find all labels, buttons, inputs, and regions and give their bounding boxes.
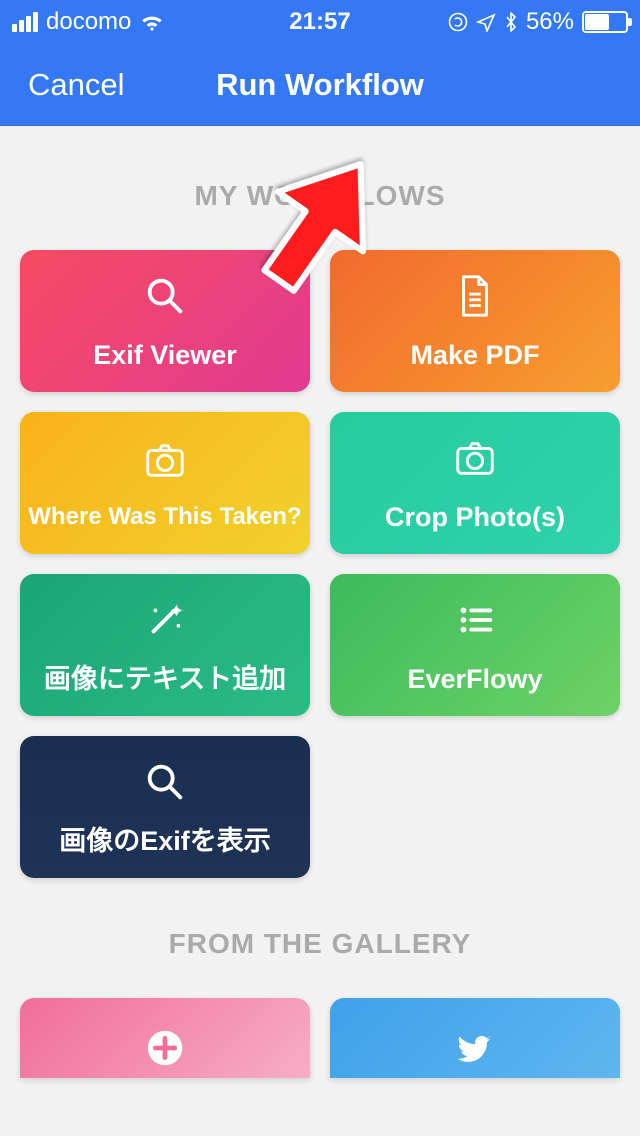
gallery-grid xyxy=(0,998,640,1078)
bluetooth-icon xyxy=(504,11,518,33)
location-icon xyxy=(476,12,496,32)
workflow-tile[interactable]: 画像のExifを表示 xyxy=(20,736,310,878)
wifi-icon xyxy=(139,12,165,32)
workflow-label: 画像のExifを表示 xyxy=(51,825,279,857)
twitter-icon xyxy=(450,1023,500,1073)
my-workflows-header: MY WORKFLOWS xyxy=(0,180,640,212)
workflow-tile[interactable]: 画像にテキスト追加 xyxy=(20,574,310,716)
workflow-label: Make PDF xyxy=(402,339,547,371)
status-left: docomo xyxy=(12,8,165,36)
list-icon xyxy=(450,595,500,645)
workflow-tile[interactable]: Exif Viewer xyxy=(20,250,310,392)
page-title: Run Workflow xyxy=(216,67,424,103)
workflow-label: Where Was This Taken? xyxy=(20,503,309,532)
gallery-tile[interactable] xyxy=(330,998,620,1078)
battery-percent: 56% xyxy=(526,8,574,36)
wand-icon xyxy=(140,595,190,645)
carrier-label: docomo xyxy=(46,8,131,36)
cancel-button[interactable]: Cancel xyxy=(28,67,125,103)
nav-bar: Cancel Run Workflow xyxy=(0,44,640,126)
plus-icon xyxy=(140,1023,190,1073)
workflow-tile[interactable]: EverFlowy xyxy=(330,574,620,716)
workflows-grid: Exif Viewer Make PDF Where Was This Take… xyxy=(0,250,640,878)
rotation-lock-icon xyxy=(448,12,468,32)
workflow-tile[interactable]: Crop Photo(s) xyxy=(330,412,620,554)
signal-icon xyxy=(12,12,38,32)
status-right: 56% xyxy=(448,8,628,36)
battery-icon xyxy=(582,11,628,33)
status-time: 21:57 xyxy=(289,8,350,36)
magnifier-icon xyxy=(140,271,190,321)
workflow-tile[interactable]: Where Was This Taken? xyxy=(20,412,310,554)
from-gallery-header: FROM THE GALLERY xyxy=(0,928,640,960)
workflow-tile[interactable]: Make PDF xyxy=(330,250,620,392)
status-bar: docomo 21:57 56% xyxy=(0,0,640,44)
workflow-label: Crop Photo(s) xyxy=(377,501,573,533)
workflow-label: EverFlowy xyxy=(399,663,550,695)
workflow-label: Exif Viewer xyxy=(85,339,245,371)
camera-icon xyxy=(140,435,190,485)
magnifier-icon xyxy=(140,757,190,807)
gallery-tile[interactable] xyxy=(20,998,310,1078)
camera-icon xyxy=(450,433,500,483)
workflow-label: 画像にテキスト追加 xyxy=(36,663,294,695)
document-icon xyxy=(450,271,500,321)
